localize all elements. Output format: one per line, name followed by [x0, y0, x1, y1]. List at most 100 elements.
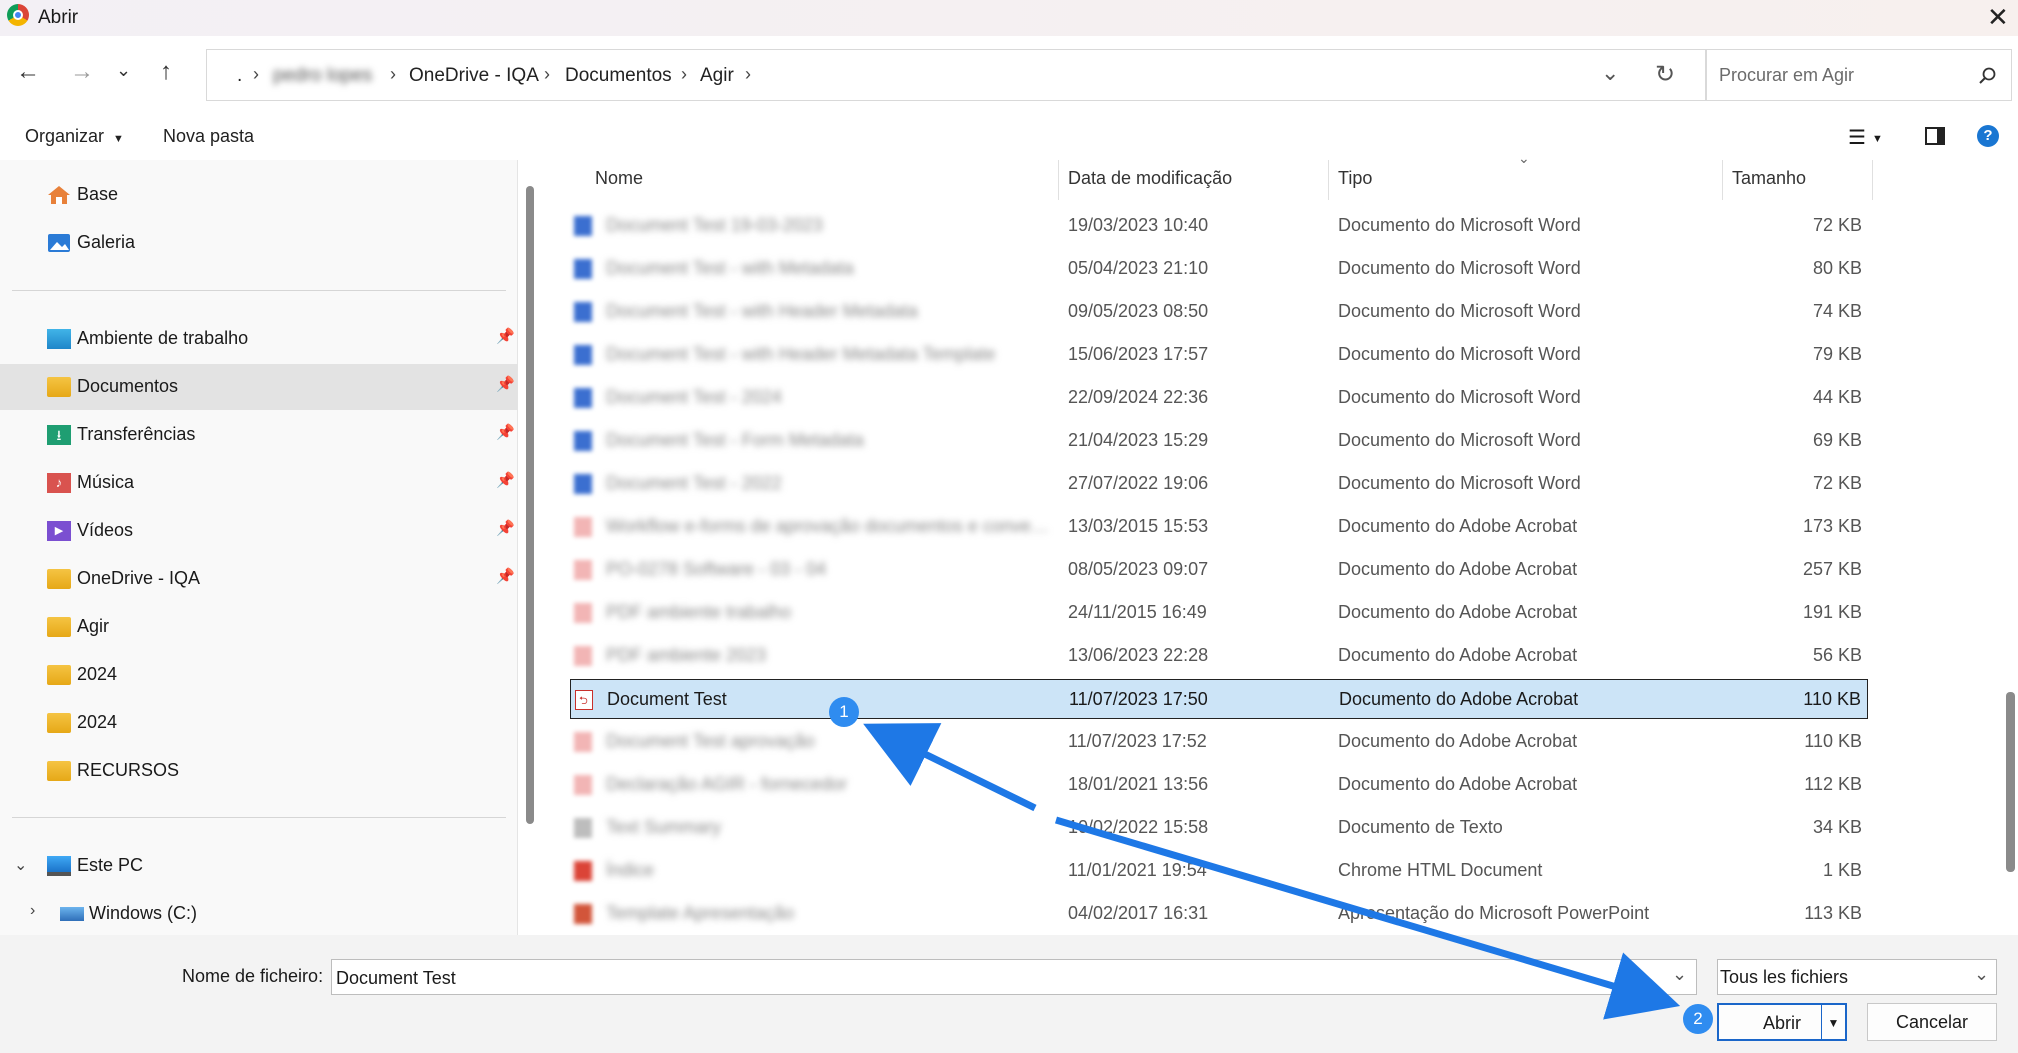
- nav-item-base[interactable]: Base: [0, 172, 514, 218]
- breadcrumb-root[interactable]: .: [237, 65, 242, 87]
- search-box[interactable]: Procurar em Agir: [1706, 49, 2012, 101]
- nav-item-windows-c[interactable]: › Windows (C:): [0, 891, 514, 937]
- cancel-button[interactable]: Cancelar: [1867, 1003, 1997, 1041]
- view-list-icon[interactable]: ☰ ▼: [1848, 125, 1883, 150]
- nav-item-gallery[interactable]: Galeria: [0, 220, 514, 266]
- chrome-icon: [7, 4, 29, 26]
- search-icon[interactable]: [1977, 66, 1997, 86]
- pin-icon[interactable]: 📌: [496, 519, 515, 537]
- open-dropdown-button[interactable]: ▼: [1821, 1003, 1847, 1041]
- nav-scrollbar[interactable]: [526, 186, 534, 824]
- file-row[interactable]: Document Test - with Header Metadata Tem…: [570, 335, 1868, 375]
- nav-item-videos[interactable]: ▶ Vídeos 📌: [0, 508, 515, 554]
- file-row[interactable]: Índice 11/01/2021 19:54 Chrome HTML Docume…: [570, 851, 1868, 891]
- file-row[interactable]: Document Test - 2022 27/07/2022 19:06 Docu…: [570, 464, 1868, 504]
- new-folder-button[interactable]: Nova pasta: [163, 126, 254, 147]
- file-list-scrollbar[interactable]: [2006, 692, 2015, 872]
- file-type-select[interactable]: Tous les fichiers ⌄: [1717, 959, 1997, 995]
- address-bar[interactable]: . › pedro lopes › OneDrive - IQA › Docum…: [206, 49, 1706, 101]
- breadcrumb-onedrive[interactable]: OneDrive - IQA: [409, 65, 539, 87]
- forward-arrow-icon[interactable]: →: [70, 58, 94, 86]
- help-icon[interactable]: ?: [1977, 125, 1999, 147]
- file-row[interactable]: PDF ambiente trabalho 24/11/2015 16:49 Doc…: [570, 593, 1868, 633]
- breadcrumb-agir[interactable]: Agir: [700, 65, 734, 87]
- file-row[interactable]: Text Summary 10/02/2022 15:58 Documento de…: [570, 808, 1868, 848]
- pin-icon[interactable]: 📌: [496, 375, 515, 393]
- close-icon[interactable]: ✕: [1987, 2, 2009, 33]
- file-row[interactable]: Workflow e-forms de aprovação documentos…: [570, 507, 1868, 547]
- file-row[interactable]: Document Test aprovação 11/07/2023 17:52 D…: [570, 722, 1868, 762]
- breadcrumb-separator: ›: [681, 64, 687, 84]
- file-row[interactable]: Document Test - with Header Metadata 09/0…: [570, 292, 1868, 332]
- column-header-date[interactable]: Data de modificação: [1068, 168, 1232, 189]
- organize-button[interactable]: Organizar ▼: [25, 126, 124, 147]
- file-name: Document Test aprovação: [606, 731, 815, 751]
- breadcrumb-hidden[interactable]: pedro lopes: [273, 65, 372, 87]
- nav-item-recursos[interactable]: RECURSOS: [0, 748, 514, 794]
- file-name: Document Test - Form Metadata: [606, 430, 864, 450]
- file-type: Documento do Adobe Acrobat: [1339, 689, 1579, 709]
- filename-input[interactable]: Document Test ⌄: [331, 959, 1697, 995]
- column-separator[interactable]: [1328, 160, 1329, 200]
- chevron-down-icon[interactable]: ⌄: [1974, 964, 1989, 985]
- search-input[interactable]: Procurar em Agir: [1719, 65, 1854, 86]
- filename-label: Nome de ficheiro:: [182, 966, 324, 986]
- word-file-icon: [574, 388, 592, 408]
- file-type: Documento do Microsoft Word: [1338, 301, 1581, 321]
- file-date: 11/07/2023 17:50: [1069, 689, 1208, 709]
- pin-icon[interactable]: 📌: [496, 423, 515, 441]
- address-dropdown-icon[interactable]: ⌄: [1601, 60, 1619, 86]
- file-row[interactable]: Template Apresentação 04/02/2017 16:31 Apr…: [570, 894, 1868, 934]
- chevron-down-icon[interactable]: ⌄: [1672, 964, 1687, 985]
- file-row[interactable]: Document Test 19-03-2023 19/03/2023 10:40…: [570, 206, 1868, 246]
- chevron-down-icon[interactable]: ⌄: [116, 60, 131, 81]
- nav-item-documentos[interactable]: Documentos 📌: [0, 364, 518, 410]
- column-header-type[interactable]: Tipo: [1338, 168, 1372, 189]
- column-separator[interactable]: [1058, 160, 1059, 200]
- refresh-icon[interactable]: ↻: [1655, 60, 1675, 89]
- nav-item-label: Agir: [77, 616, 110, 636]
- file-size: 72 KB: [1812, 473, 1862, 493]
- breadcrumb-documentos[interactable]: Documentos: [565, 65, 672, 87]
- column-separator[interactable]: [1722, 160, 1723, 200]
- column-separator[interactable]: [1872, 160, 1873, 200]
- nav-item-este-pc[interactable]: ⌄ Este PC: [0, 843, 514, 889]
- file-row[interactable]: PDF ambiente 2023 13/06/2023 22:28 Documen…: [570, 636, 1868, 676]
- word-file-icon: [574, 259, 592, 279]
- file-row[interactable]: Declaração AGIR - fornecedor 18/01/2021 1…: [570, 765, 1868, 805]
- pdf-file-icon: [574, 517, 592, 537]
- nav-item-transferencias[interactable]: ⭳ Transferências 📌: [0, 412, 515, 458]
- nav-item-2024[interactable]: 2024: [0, 652, 514, 698]
- file-row[interactable]: Document Test - Form Metadata 21/04/2023 …: [570, 421, 1868, 461]
- file-type: Documento do Microsoft Word: [1338, 215, 1581, 235]
- nav-item-onedrive[interactable]: OneDrive - IQA 📌: [0, 556, 515, 602]
- annotation-badge-1: 1: [829, 697, 859, 727]
- column-header-size[interactable]: Tamanho: [1732, 168, 1806, 189]
- expand-chevron-icon[interactable]: ›: [30, 902, 35, 920]
- pin-icon[interactable]: 📌: [496, 567, 515, 585]
- folder-icon: [47, 377, 71, 397]
- pin-icon[interactable]: 📌: [496, 327, 515, 345]
- column-header-name[interactable]: Nome: [595, 168, 643, 189]
- nav-item-desktop[interactable]: Ambiente de trabalho 📌: [0, 316, 515, 362]
- file-type: Documento do Microsoft Word: [1338, 387, 1581, 407]
- back-arrow-icon[interactable]: ←: [16, 58, 40, 86]
- nav-item-musica[interactable]: ♪ Música 📌: [0, 460, 515, 506]
- file-size: 191 KB: [1802, 602, 1862, 622]
- file-row[interactable]: Document Test - 2024 22/09/2024 22:36 Docu…: [570, 378, 1868, 418]
- music-icon: ♪: [47, 473, 71, 493]
- nav-item-label: Documentos: [77, 376, 179, 396]
- file-type: Documento do Adobe Acrobat: [1338, 774, 1578, 794]
- file-row[interactable]: Document Test - with Metadata 05/04/2023 …: [570, 249, 1868, 289]
- file-type: Documento de Texto: [1338, 817, 1503, 837]
- nav-item-agir[interactable]: Agir: [0, 604, 514, 650]
- file-name: Declaração AGIR - fornecedor: [606, 774, 848, 794]
- preview-pane-icon[interactable]: [1925, 127, 1945, 145]
- up-arrow-icon[interactable]: ↑: [160, 58, 172, 86]
- file-row[interactable]: ⮌ Document Test 11/07/2023 17:50 Documento …: [570, 679, 1868, 719]
- file-row[interactable]: PO-0278 Software - 03 - 04 08/05/2023 09:…: [570, 550, 1868, 590]
- expand-chevron-icon[interactable]: ⌄: [14, 855, 27, 875]
- nav-item-2024-b[interactable]: 2024: [0, 700, 514, 746]
- pdf-file-icon: [574, 646, 592, 666]
- pin-icon[interactable]: 📌: [496, 471, 515, 489]
